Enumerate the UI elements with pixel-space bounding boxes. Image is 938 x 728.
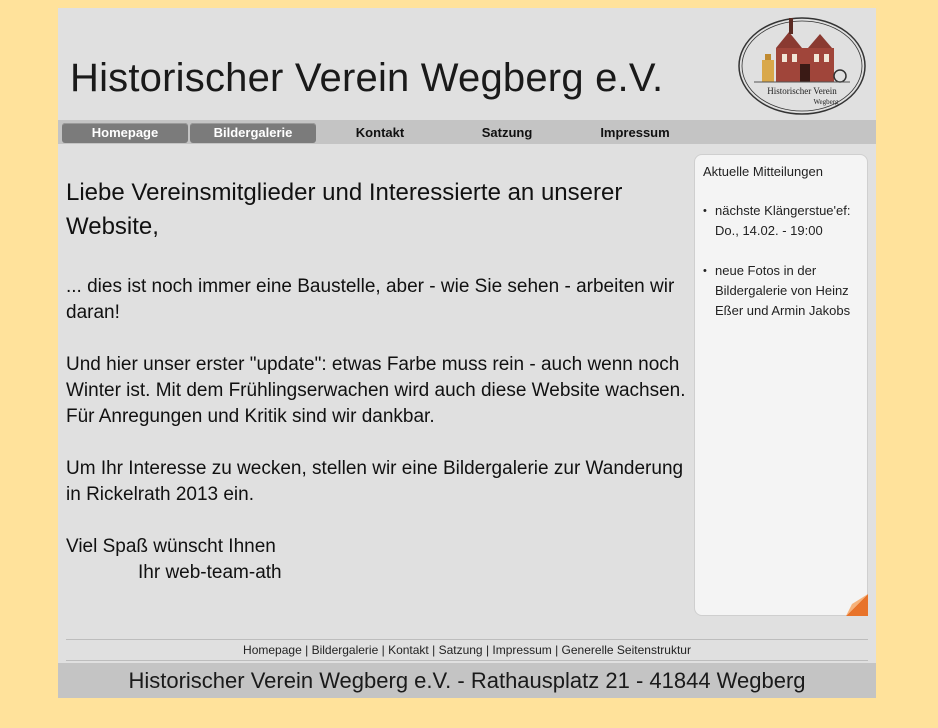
- signer-text: Ihr web-team-ath: [138, 562, 282, 583]
- news-sidebar: Aktuelle Mitteilungen • nächste Klängers…: [694, 154, 868, 616]
- news-list: • nächste Klängerstue'ef: Do., 14.02. - …: [703, 201, 863, 341]
- closing-text: Viel Spaß wünscht Ihnen: [66, 536, 276, 557]
- news-item: • nächste Klängerstue'ef: Do., 14.02. - …: [703, 201, 863, 241]
- page-container: Historischer Verein Wegberg e.V. Histori…: [58, 8, 876, 698]
- main-navigation: Homepage Bildergalerie Kontakt Satzung I…: [58, 120, 876, 144]
- footer-address: Historischer Verein Wegberg e.V. - Ratha…: [58, 663, 876, 698]
- site-title: Historischer Verein Wegberg e.V.: [70, 56, 664, 100]
- paragraph-gallery-info: Um Ihr Interesse zu wecken, stellen wir …: [66, 458, 684, 505]
- news-item-text: nächste Klängerstue'ef: Do., 14.02. - 19…: [715, 203, 851, 238]
- footer-link-kontakt[interactable]: Kontakt: [388, 643, 429, 657]
- club-logo[interactable]: Historischer Verein Wegberg: [734, 10, 868, 118]
- nav-impressum[interactable]: Impressum: [572, 123, 698, 143]
- welcome-heading: Liebe Vereinsmitglieder und Interessiert…: [66, 179, 623, 240]
- logo-text-line2: Wegberg: [814, 98, 839, 106]
- closing-block: Viel Spaß wünscht Ihnen Ihr web-team-ath: [66, 534, 686, 586]
- news-item-text: neue Fotos in der Bildergalerie von Hein…: [715, 263, 851, 318]
- header: Historischer Verein Wegberg e.V. Histori…: [58, 8, 876, 120]
- footer-link-homepage[interactable]: Homepage: [243, 643, 302, 657]
- nav-bildergalerie[interactable]: Bildergalerie: [190, 123, 316, 143]
- sidebar-title: Aktuelle Mitteilungen: [703, 164, 823, 179]
- logo-text-line1: Historischer Verein: [767, 86, 837, 96]
- footer-link-bildergalerie[interactable]: Bildergalerie: [312, 643, 379, 657]
- nav-kontakt[interactable]: Kontakt: [317, 123, 443, 143]
- nav-satzung[interactable]: Satzung: [444, 123, 570, 143]
- main-content: Liebe Vereinsmitglieder und Interessiert…: [66, 176, 686, 586]
- footer-links: Homepage | Bildergalerie | Kontakt | Sat…: [66, 639, 868, 661]
- paragraph-update: Und hier unser erster "update": etwas Fa…: [66, 354, 686, 427]
- nav-homepage[interactable]: Homepage: [62, 123, 188, 143]
- page-curl-icon: [846, 594, 868, 616]
- bullet-icon: •: [703, 205, 707, 217]
- footer-link-sitemap[interactable]: Generelle Seitenstruktur: [562, 643, 691, 657]
- paragraph-construction: ... dies ist noch immer eine Baustelle, …: [66, 276, 675, 323]
- bullet-icon: •: [703, 265, 707, 277]
- news-item: • neue Fotos in der Bildergalerie von He…: [703, 261, 863, 321]
- footer-link-impressum[interactable]: Impressum: [492, 643, 551, 657]
- footer-link-satzung[interactable]: Satzung: [439, 643, 483, 657]
